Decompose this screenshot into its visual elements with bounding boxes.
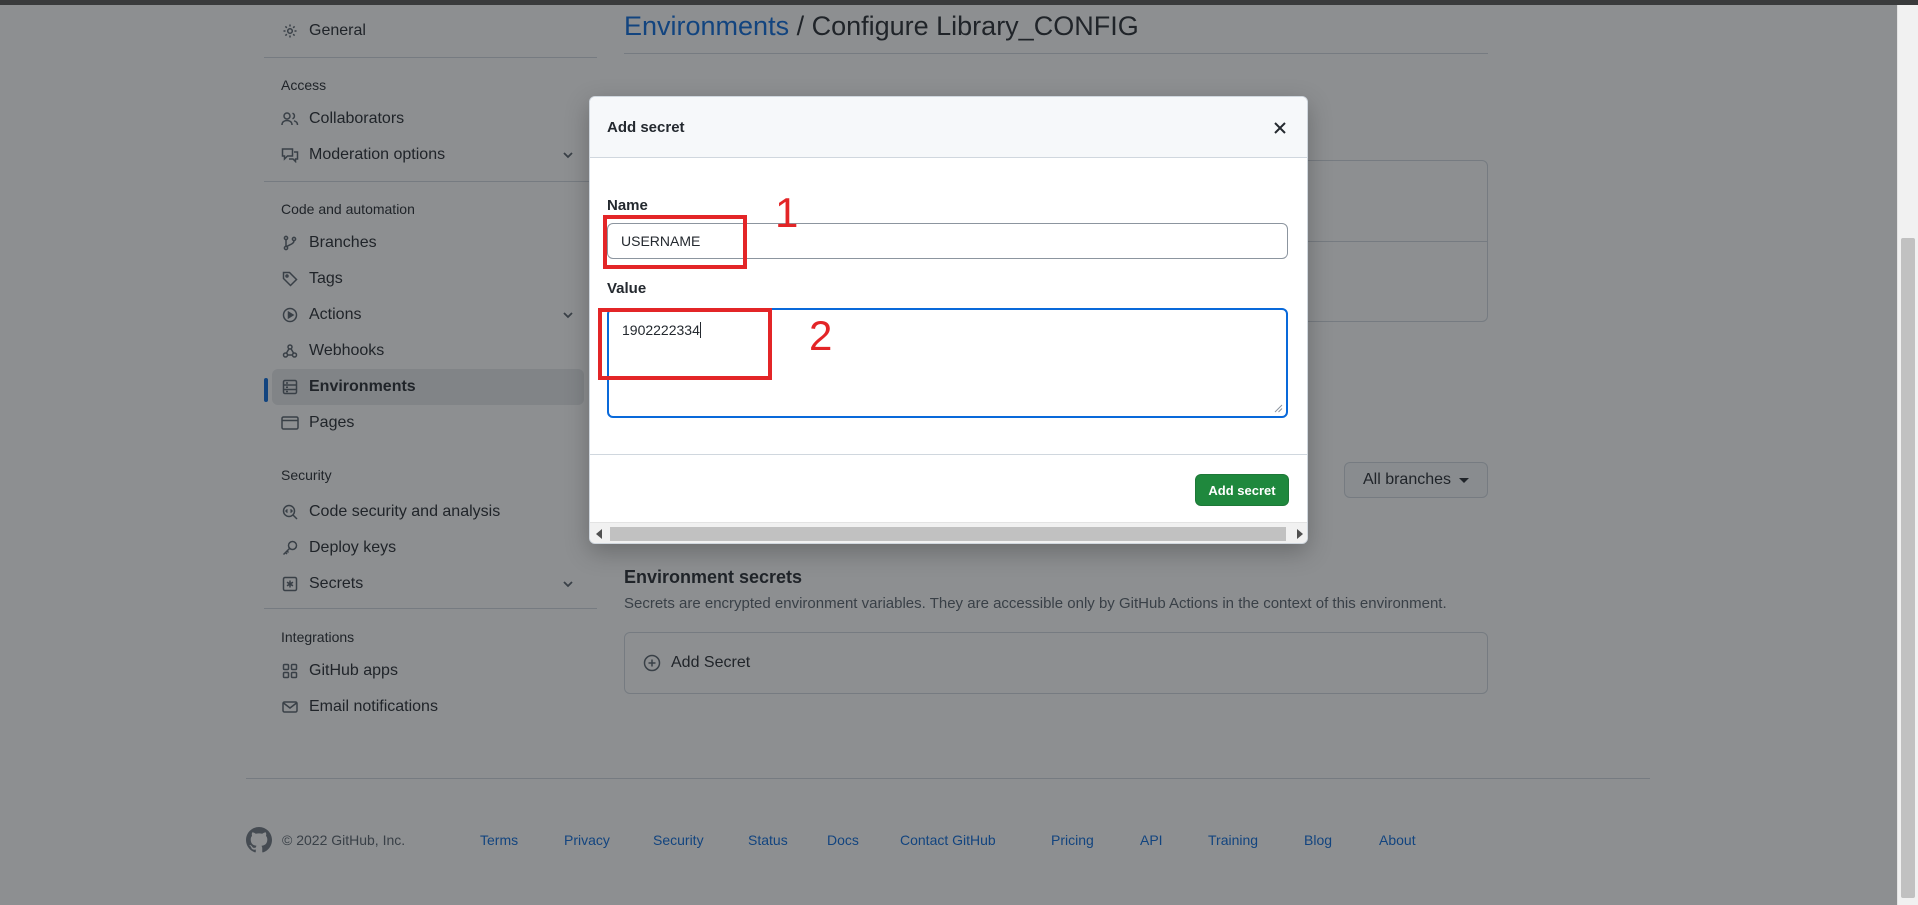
dialog-header: Add secret: [590, 97, 1307, 158]
value-label: Value: [607, 280, 647, 297]
scroll-right-icon[interactable]: [1297, 529, 1303, 539]
annotation-number-two: 2: [809, 312, 833, 359]
close-icon: [1274, 122, 1286, 134]
close-button[interactable]: [1269, 117, 1291, 139]
page-scrollbar[interactable]: [1897, 5, 1918, 905]
dialog-footer-divider: [590, 454, 1307, 455]
resize-handle-icon[interactable]: [1274, 404, 1283, 413]
page-scrollbar-thumb[interactable]: [1901, 238, 1915, 898]
annotation-number-one: 1: [775, 189, 799, 236]
scroll-left-icon[interactable]: [596, 529, 602, 539]
add-secret-button[interactable]: Add secret: [1195, 474, 1289, 506]
annotation-box-name: [603, 215, 747, 269]
annotation-box-value: [598, 308, 772, 380]
dialog-horizontal-scrollbar[interactable]: [590, 522, 1307, 543]
name-label: Name: [607, 197, 648, 214]
dialog-title: Add secret: [607, 119, 685, 136]
dialog-scrollbar-thumb[interactable]: [610, 527, 1286, 541]
